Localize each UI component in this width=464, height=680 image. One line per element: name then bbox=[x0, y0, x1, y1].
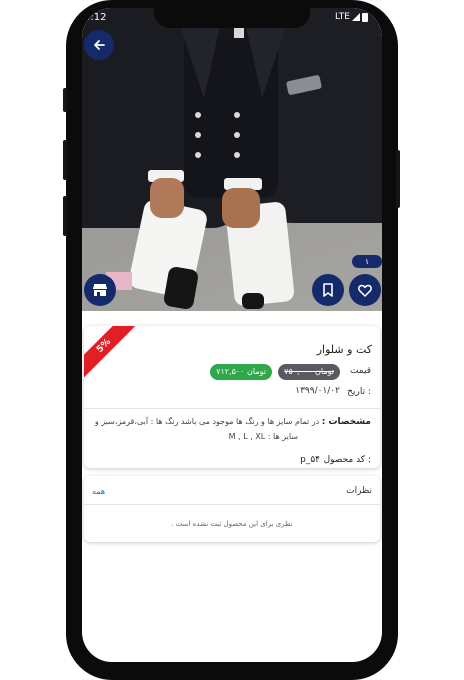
phone-power-button bbox=[396, 150, 400, 208]
network-label: LTE bbox=[335, 12, 350, 22]
price-old: ۷۵۰,۰۰۰ تومان bbox=[278, 364, 340, 380]
divider bbox=[84, 408, 380, 409]
phone-side-button bbox=[63, 88, 67, 112]
like-button[interactable] bbox=[349, 274, 381, 306]
arrow-left-icon bbox=[94, 40, 105, 50]
store-icon bbox=[93, 284, 107, 296]
signal-icon bbox=[352, 13, 360, 21]
bookmark-button[interactable] bbox=[312, 274, 344, 306]
store-button[interactable] bbox=[84, 274, 116, 306]
comments-title: نظرات bbox=[346, 486, 372, 496]
back-button[interactable] bbox=[84, 30, 114, 60]
comments-all-link[interactable]: همه bbox=[92, 487, 105, 496]
price-new: ۷۱۲,۵۰۰ تومان bbox=[210, 364, 272, 380]
status-time: 4:12 bbox=[84, 12, 107, 23]
date-label: تاریخ : bbox=[347, 387, 371, 397]
product-image bbox=[82, 8, 382, 311]
date-value: ۱۳۹۹/۰۱/۰۲ bbox=[295, 386, 340, 396]
spec-label: مشخصات : bbox=[321, 417, 371, 427]
phone-side-button bbox=[63, 196, 67, 236]
comments-card: نظرات همه نظری برای این محصول ثبت نشده ا… bbox=[84, 476, 380, 542]
heart-icon bbox=[358, 284, 372, 297]
status-network: LTE bbox=[335, 12, 368, 22]
product-code-value: p_۵۴ bbox=[300, 455, 320, 465]
bookmark-icon bbox=[323, 283, 333, 297]
product-title: کت و شلوار bbox=[316, 343, 372, 356]
battery-icon bbox=[362, 12, 368, 22]
phone-notch bbox=[154, 8, 310, 28]
like-count-badge: ۱ bbox=[352, 255, 382, 268]
comments-empty-text: نظری برای این محصول ثبت نشده است . bbox=[171, 520, 293, 528]
price-label: قیمت bbox=[349, 366, 371, 376]
spec-line-1: مشخصات : در تمام سایز ها و رنگ ها موجود … bbox=[89, 417, 371, 427]
divider bbox=[84, 504, 380, 505]
spec-line-2: سایز ها : M , L , XL bbox=[228, 432, 298, 441]
phone-side-button bbox=[63, 140, 67, 180]
product-details-card: 5% کت و شلوار قیمت ۷۵۰,۰۰۰ تومان ۷۱۲,۵۰۰… bbox=[84, 326, 380, 468]
discount-ribbon: 5% bbox=[84, 326, 140, 382]
product-code-label: کد محصول : bbox=[323, 455, 371, 465]
app-screen: 4:12 LTE ۱ 5% کت و شلوار قیمت ۷۵۰,۰۰۰ تو bbox=[82, 8, 382, 662]
spec-text-1: در تمام سایز ها و رنگ ها موجود می باشد ر… bbox=[94, 417, 320, 426]
